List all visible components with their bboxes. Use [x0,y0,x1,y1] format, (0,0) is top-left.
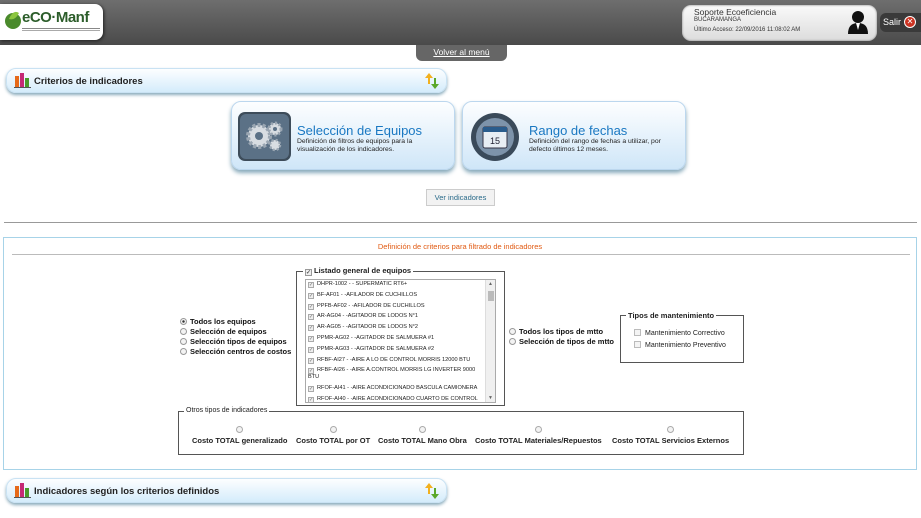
radio-cost-centers[interactable]: Selección centros de costos [180,347,291,356]
mtto-types-group: Tipos de mantenimiento [620,311,744,363]
scroll-up-icon[interactable]: ▲ [488,281,493,287]
equipment-card-desc: Definición de filtros de equipos para la… [297,138,413,153]
results-section-title: Indicadores según los criterios definido… [34,486,220,497]
last-access: Último Acceso: 22/09/2016 11:08:02 AM [694,27,801,33]
close-icon: ✕ [904,16,916,28]
date-card-desc: Definición del rango de fechas a utiliza… [529,138,661,153]
mtto-types-legend: Tipos de mantenimiento [626,311,717,320]
radio-labor-cost[interactable]: Costo TOTAL Mano Obra [378,426,467,445]
user-panel: Soporte Ecoeficiencia BUCARAMANGA Último… [682,5,877,41]
radio-external-services-cost[interactable]: Costo TOTAL Servicios Externos [612,426,729,445]
equipment-list-group: ✓ Listado general de equipos ✓ DHPR-1002 -… [296,266,505,406]
filter-panel-title: Definición de criterios para filtrado de… [377,242,543,251]
other-indicators-group: Otros tipos de indicadores Costo TOTAL g… [178,407,744,455]
equipment-list-item[interactable]: ✓ RFBF-AI26 - -AIRE A.CONTROL MORRIS LG I… [308,367,486,381]
radio-all-equipment[interactable]: Todos los equipos [180,317,256,326]
equipment-checkbox[interactable]: ✓ [308,335,314,342]
equipment-list-item[interactable]: ✓ DHPR-1002 - - SUPERMATIC RT6+ [308,281,486,288]
equipment-checkbox[interactable]: ✓ [308,386,314,393]
equipment-list-item[interactable]: ✓ RFOF-AI41 - -AIRE ACONDICIONADO BASCULA… [308,385,486,393]
equipment-list-item[interactable]: ✓ BF-AF01 - -AFILADOR DE CUCHILLOS [308,292,486,299]
equipment-selection-card[interactable]: Selección de Equipos Definición de filtr… [231,101,455,170]
logout-button[interactable]: Salir ✕ [880,13,921,32]
gears-icon [238,112,291,161]
collapse-toggle-icon[interactable] [424,72,440,90]
equipment-list-item[interactable]: ✓ AR-AG05 - -AGITADOR DE LODOS N°2 [308,324,486,332]
equipment-list-item[interactable]: ✓ RFBF-AI27 - -AIRE A LO DE CONTROL MORRI… [308,357,486,364]
logo-text: eCO·Manf [22,9,89,26]
equipment-list-item[interactable]: ✓ PPMR-AG03 - -AGITADOR DE SALMUERA #2 [308,346,486,353]
scroll-down-icon[interactable]: ▼ [488,395,493,401]
results-section-header[interactable]: Indicadores según los criterios definido… [6,478,447,503]
logo[interactable]: eCO·Manf [0,4,103,40]
equipment-checkbox[interactable]: ✓ [308,292,314,299]
criteria-section-header[interactable]: Criterios de indicadores [6,68,447,93]
divider [4,222,917,223]
leaf-icon [5,11,21,29]
radio-select-equipment[interactable]: Selección de equipos [180,327,267,336]
equipment-checkbox[interactable]: ✓ [308,396,314,402]
collapse-toggle-icon[interactable] [424,482,440,500]
equipment-listbox[interactable]: ✓ DHPR-1002 - - SUPERMATIC RT6+ ✓ BF-AF01 -… [305,279,496,403]
equipment-list-scrollbar[interactable]: ▲ ▼ [485,280,495,402]
equipment-checkbox[interactable]: ✓ [308,303,314,310]
radio-all-mtto[interactable]: Todos los tipos de mtto [509,327,603,336]
equipment-checkbox[interactable]: ✓ [308,314,314,321]
bar-chart-icon [14,483,31,498]
checkbox-preventive[interactable]: Mantenimiento Preventivo [634,341,726,349]
radio-select-mtto[interactable]: Selección de tipos de mtto [509,337,614,346]
svg-text:15: 15 [490,136,500,146]
date-range-card[interactable]: 15 Rango de fechas Definición del rango … [462,101,686,170]
user-city: BUCARAMANGA [694,17,742,23]
criteria-section-title: Criterios de indicadores [34,76,143,87]
equipment-checkbox[interactable]: ✓ [308,325,314,332]
equipment-list-item[interactable]: ✓ PPFB-AF02 - -AFILADOR DE CUCHILLOS [308,303,486,310]
radio-materials-cost[interactable]: Costo TOTAL Materiales/Repuestos [475,426,602,445]
radio-total-cost[interactable]: Costo TOTAL generalizado [192,426,287,445]
radio-cost-per-ot[interactable]: Costo TOTAL por OT [296,426,370,445]
equipment-list-item[interactable]: ✓ RFOF-AI40 - -AIRE ACONDICIONADO CUARTO … [308,396,486,402]
equipment-list-item[interactable]: ✓ AR-AG04 - -AGITADOR DE LODOS N°1 [308,313,486,321]
view-indicators-button[interactable]: Ver indicadores [426,189,495,206]
equipment-list-legend[interactable]: ✓ Listado general de equipos [303,266,414,276]
top-bar: eCO·Manf Soporte Ecoeficiencia BUCARAMAN… [0,0,921,45]
radio-equipment-types[interactable]: Selección tipos de equipos [180,337,287,346]
other-indicators-legend: Otros tipos de indicadores [184,407,270,414]
user-avatar-icon [848,11,868,34]
user-name: Soporte Ecoeficiencia [694,7,777,17]
equipment-list-item[interactable]: ✓ PPMR-AG02 - -AGITADOR DE SALMUERA #1 [308,335,486,342]
equipment-checkbox[interactable]: ✓ [308,346,314,353]
back-to-menu-link[interactable]: Volver al menú [416,45,507,61]
checkbox-corrective[interactable]: Mantenimiento Correctivo [634,329,725,337]
equipment-card-title: Selección de Equipos [297,123,423,138]
calendar-icon: 15 [471,113,519,161]
equipment-checkbox[interactable]: ✓ [308,282,314,288]
radio-selected-icon [180,318,187,325]
check-all-checkbox[interactable]: ✓ [305,269,312,276]
logout-label: Salir [883,17,902,27]
date-card-title: Rango de fechas [529,123,628,138]
equipment-checkbox[interactable]: ✓ [308,357,314,364]
bar-chart-icon [14,73,31,88]
